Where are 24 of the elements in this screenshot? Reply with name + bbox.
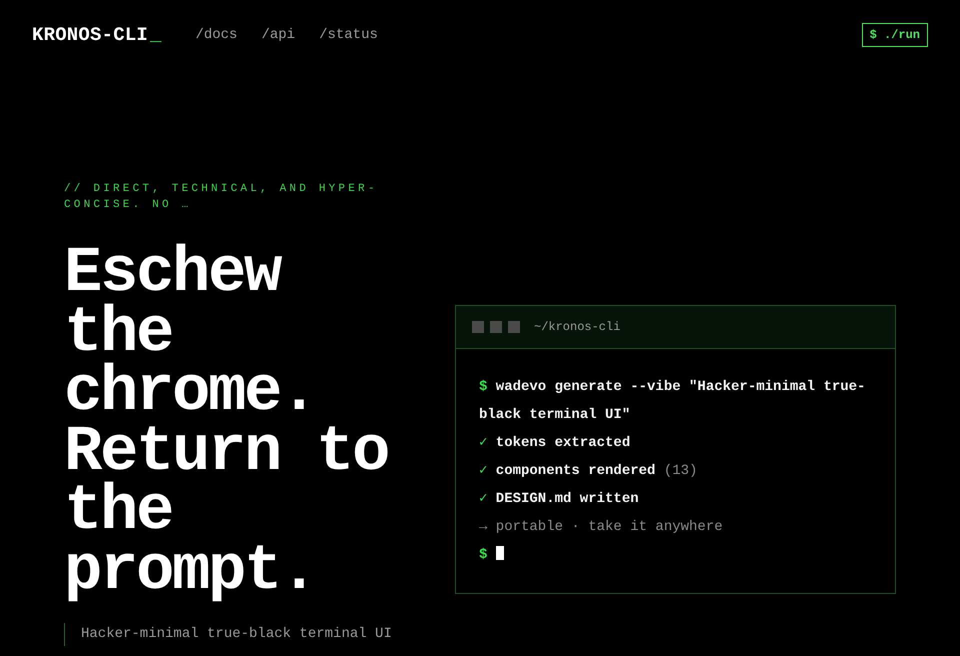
nav-link[interactable]: /status [319, 27, 378, 43]
output-text: tokens extracted [496, 435, 630, 451]
headline: Eschew the chrome. Return to the prompt. [64, 245, 390, 602]
run-button[interactable]: $ ./run [862, 23, 928, 47]
output-text: components rendered [496, 463, 656, 479]
nav-link[interactable]: /docs [195, 27, 238, 43]
check-mark: ✓ [479, 434, 488, 453]
eyebrow-text: // DIRECT, TECHNICAL, AND HYPER-CONCISE. NO … [64, 182, 379, 213]
window-button-icon [472, 321, 484, 333]
logo-cursor: _ [150, 24, 162, 46]
command-line: $ wadevo generate --vibe "Hacker-minimal true-black terminal UI" [479, 378, 866, 425]
prompt-symbol: $ [479, 546, 488, 565]
terminal-path: ~/kronos-cli [534, 320, 620, 334]
window-button-icon [508, 321, 520, 333]
info-text: portable · take it anywhere [496, 519, 723, 535]
window-button-icon [490, 321, 502, 333]
check-mark: ✓ [479, 462, 488, 481]
arrow-symbol: → [479, 518, 488, 537]
output-text: DESIGN.md written [496, 491, 639, 507]
subtitle-text: Hacker-minimal true-black terminal UI [64, 623, 404, 646]
check-mark: ✓ [479, 490, 488, 509]
nav-link[interactable]: /api [261, 27, 296, 43]
logo-text[interactable]: KRONOS-CLI [32, 24, 148, 46]
count-text: (13) [664, 463, 698, 479]
